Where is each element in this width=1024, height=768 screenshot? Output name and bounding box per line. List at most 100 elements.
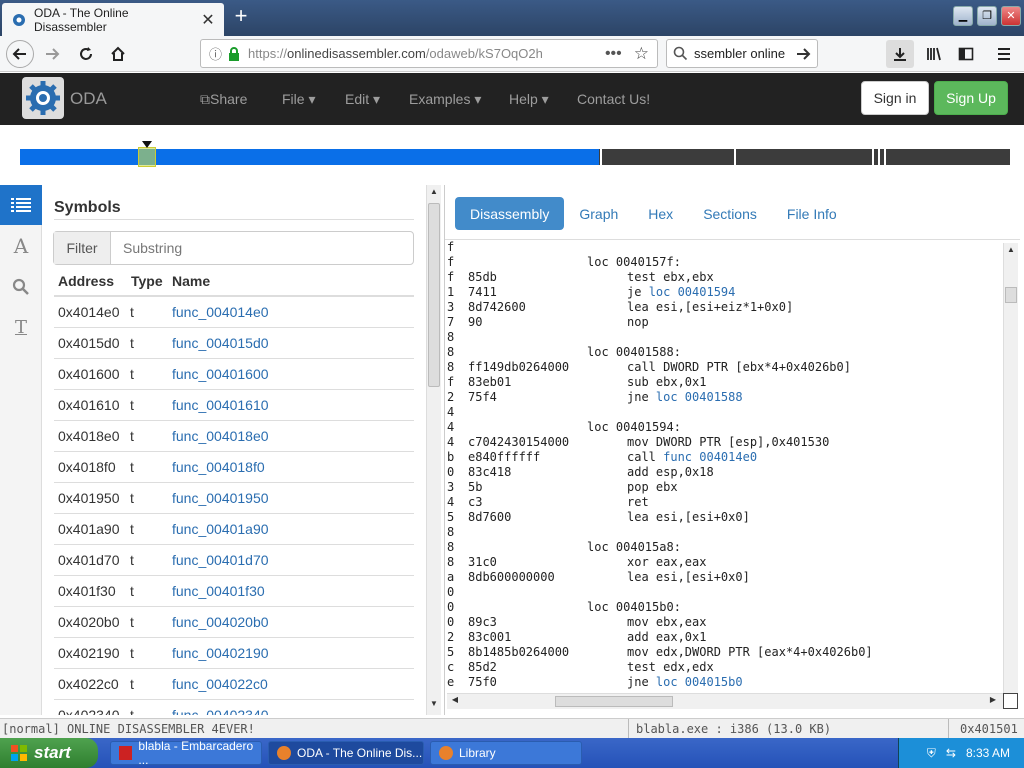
code-line[interactable]: 2 83c001 add eax,0x1 xyxy=(447,630,1003,645)
code-line[interactable]: a 8db600000000 lea esi,[esi+0x0] xyxy=(447,570,1003,585)
bookmark-star-icon[interactable]: ☆ xyxy=(634,44,649,64)
code-target-link[interactable]: loc 00401594 xyxy=(649,285,736,299)
symbol-name-link[interactable]: func_00402340 xyxy=(172,707,269,715)
tab-hex[interactable]: Hex xyxy=(633,197,688,230)
scrollbar-thumb[interactable] xyxy=(555,696,673,707)
reload-button[interactable] xyxy=(72,40,100,68)
code-label[interactable]: loc 004015a8: xyxy=(587,540,681,555)
code-line[interactable]: 4 c3 ret xyxy=(447,495,1003,510)
url-bar[interactable]: ⓘ https://onlinedisassembler.com/odaweb/… xyxy=(200,39,658,68)
share-menu[interactable]: ⧉Share xyxy=(200,91,247,108)
code-label[interactable]: loc 004015b0: xyxy=(587,600,681,615)
task-library[interactable]: Library xyxy=(430,741,582,765)
code-line[interactable]: e 75f0 jne loc 004015b0 xyxy=(447,675,1003,690)
navigator-viewport-marker[interactable] xyxy=(138,147,156,167)
task-oda-browser[interactable]: ODA - The Online Dis... xyxy=(268,741,424,765)
minimize-window-button[interactable]: ▁ xyxy=(953,6,973,26)
code-line[interactable]: 3 8d742600 lea esi,[esi+eiz*1+0x0] xyxy=(447,300,1003,315)
brand-name[interactable]: ODA xyxy=(70,89,107,109)
search-view-button[interactable] xyxy=(0,267,42,307)
code-line[interactable]: 8 xyxy=(447,330,1003,345)
text-format-icon[interactable]: T xyxy=(0,307,42,347)
code-line[interactable]: 8 xyxy=(447,525,1003,540)
downloads-button[interactable] xyxy=(886,40,914,68)
symbol-row[interactable]: 0x4014e0 t func_004014e0 xyxy=(54,297,414,328)
code-line[interactable]: 4 c7042430154000 mov DWORD PTR [esp],0x401… xyxy=(447,435,1003,450)
code-line[interactable]: 0 89c3 mov ebx,eax xyxy=(447,615,1003,630)
scroll-up-icon[interactable]: ▲ xyxy=(1005,245,1017,259)
task-embarcadero[interactable]: blabla - Embarcadero ... xyxy=(110,739,262,767)
scroll-right-icon[interactable]: ▶ xyxy=(987,695,999,708)
forward-button[interactable] xyxy=(38,40,66,68)
maximize-window-button[interactable]: ❐ xyxy=(977,6,997,26)
scroll-left-icon[interactable]: ◀ xyxy=(449,695,461,708)
symbol-row[interactable]: 0x4020b0 t func_004020b0 xyxy=(54,607,414,638)
back-button[interactable] xyxy=(6,40,34,68)
info-icon[interactable]: ⓘ xyxy=(209,44,222,63)
tab-disassembly[interactable]: Disassembly xyxy=(455,197,565,230)
examples-menu[interactable]: Examples ▾ xyxy=(409,91,481,108)
symbol-name-link[interactable]: func_004015d0 xyxy=(172,335,269,351)
symbol-name-link[interactable]: func_00401a90 xyxy=(172,521,269,537)
code-line[interactable]: 0 loc 004015b0: xyxy=(447,600,1003,615)
code-label[interactable]: loc 0040157f: xyxy=(587,255,681,270)
contact-link[interactable]: Contact Us! xyxy=(577,91,650,107)
symbol-row[interactable]: 0x4015d0 t func_004015d0 xyxy=(54,328,414,359)
symbol-name-link[interactable]: func_00401d70 xyxy=(172,552,269,568)
font-icon[interactable]: A xyxy=(0,226,42,266)
header-name[interactable]: Name xyxy=(172,273,210,289)
code-label[interactable]: loc 00401594: xyxy=(587,420,681,435)
symbols-scrollbar[interactable]: ▲ ▼ xyxy=(426,185,441,715)
scroll-down-icon[interactable]: ▼ xyxy=(428,699,440,713)
symbol-row[interactable]: 0x402190 t func_00402190 xyxy=(54,638,414,669)
code-line[interactable]: f xyxy=(447,240,1003,255)
symbol-name-link[interactable]: func_00401600 xyxy=(172,366,269,382)
code-line[interactable]: 1 7411 je loc 00401594 xyxy=(447,285,1003,300)
home-button[interactable] xyxy=(104,40,132,68)
code-line[interactable]: f loc 0040157f: xyxy=(447,255,1003,270)
symbol-name-link[interactable]: func_00402190 xyxy=(172,645,269,661)
code-line[interactable]: c 85d2 test edx,edx xyxy=(447,660,1003,675)
code-line[interactable]: 8 loc 00401588: xyxy=(447,345,1003,360)
symbol-row[interactable]: 0x4022c0 t func_004022c0 xyxy=(54,669,414,700)
menu-button[interactable] xyxy=(990,40,1018,68)
header-address[interactable]: Address xyxy=(58,273,114,289)
header-type[interactable]: Type xyxy=(131,273,163,289)
tab-graph[interactable]: Graph xyxy=(564,197,633,230)
code-line[interactable]: 5 8b1485b0264000 mov edx,DWORD PTR [eax*4+… xyxy=(447,645,1003,660)
code-line[interactable]: 8 31c0 xor eax,eax xyxy=(447,555,1003,570)
new-tab-icon[interactable]: + xyxy=(230,5,252,28)
symbol-row[interactable]: 0x4018e0 t func_004018e0 xyxy=(54,421,414,452)
symbol-row[interactable]: 0x4018f0 t func_004018f0 xyxy=(54,452,414,483)
symbol-row[interactable]: 0x401950 t func_00401950 xyxy=(54,483,414,514)
code-line[interactable]: 4 xyxy=(447,405,1003,420)
close-window-button[interactable]: ✕ xyxy=(1001,6,1021,26)
browser-tab[interactable]: ODA - The Online Disassembler ✕ xyxy=(2,3,224,36)
symbol-name-link[interactable]: func_004018e0 xyxy=(172,428,269,444)
help-menu[interactable]: Help ▾ xyxy=(509,91,549,108)
file-menu[interactable]: File ▾ xyxy=(282,91,315,108)
symbol-row[interactable]: 0x402340 t func_00402340 xyxy=(54,700,414,715)
scrollbar-thumb[interactable] xyxy=(428,203,440,387)
code-line[interactable]: 7 90 nop xyxy=(447,315,1003,330)
edit-menu[interactable]: Edit ▾ xyxy=(345,91,380,108)
code-line[interactable]: f 85db test ebx,ebx xyxy=(447,270,1003,285)
search-input[interactable]: ssembler online xyxy=(694,46,795,61)
resize-corner[interactable] xyxy=(1003,693,1018,709)
shield-icon[interactable]: ⛨ xyxy=(927,746,936,761)
symbol-row[interactable]: 0x401d70 t func_00401d70 xyxy=(54,545,414,576)
code-label[interactable]: loc 00401588: xyxy=(587,345,681,360)
code-line[interactable]: f 83eb01 sub ebx,0x1 xyxy=(447,375,1003,390)
binary-navigator-bar[interactable] xyxy=(20,147,1010,167)
list-view-button[interactable] xyxy=(0,185,42,225)
code-line[interactable]: 3 5b pop ebx xyxy=(447,480,1003,495)
symbol-name-link[interactable]: func_004018f0 xyxy=(172,459,265,475)
scrollbar-thumb[interactable] xyxy=(1005,287,1017,303)
code-line[interactable]: 4 loc 00401594: xyxy=(447,420,1003,435)
code-line[interactable]: 8 loc 004015a8: xyxy=(447,540,1003,555)
symbol-name-link[interactable]: func_004014e0 xyxy=(172,304,269,320)
sidebar-button[interactable] xyxy=(952,40,980,68)
symbol-name-link[interactable]: func_00401610 xyxy=(172,397,269,413)
oda-logo[interactable] xyxy=(22,77,64,119)
code-line[interactable]: 0 83c418 add esp,0x18 xyxy=(447,465,1003,480)
